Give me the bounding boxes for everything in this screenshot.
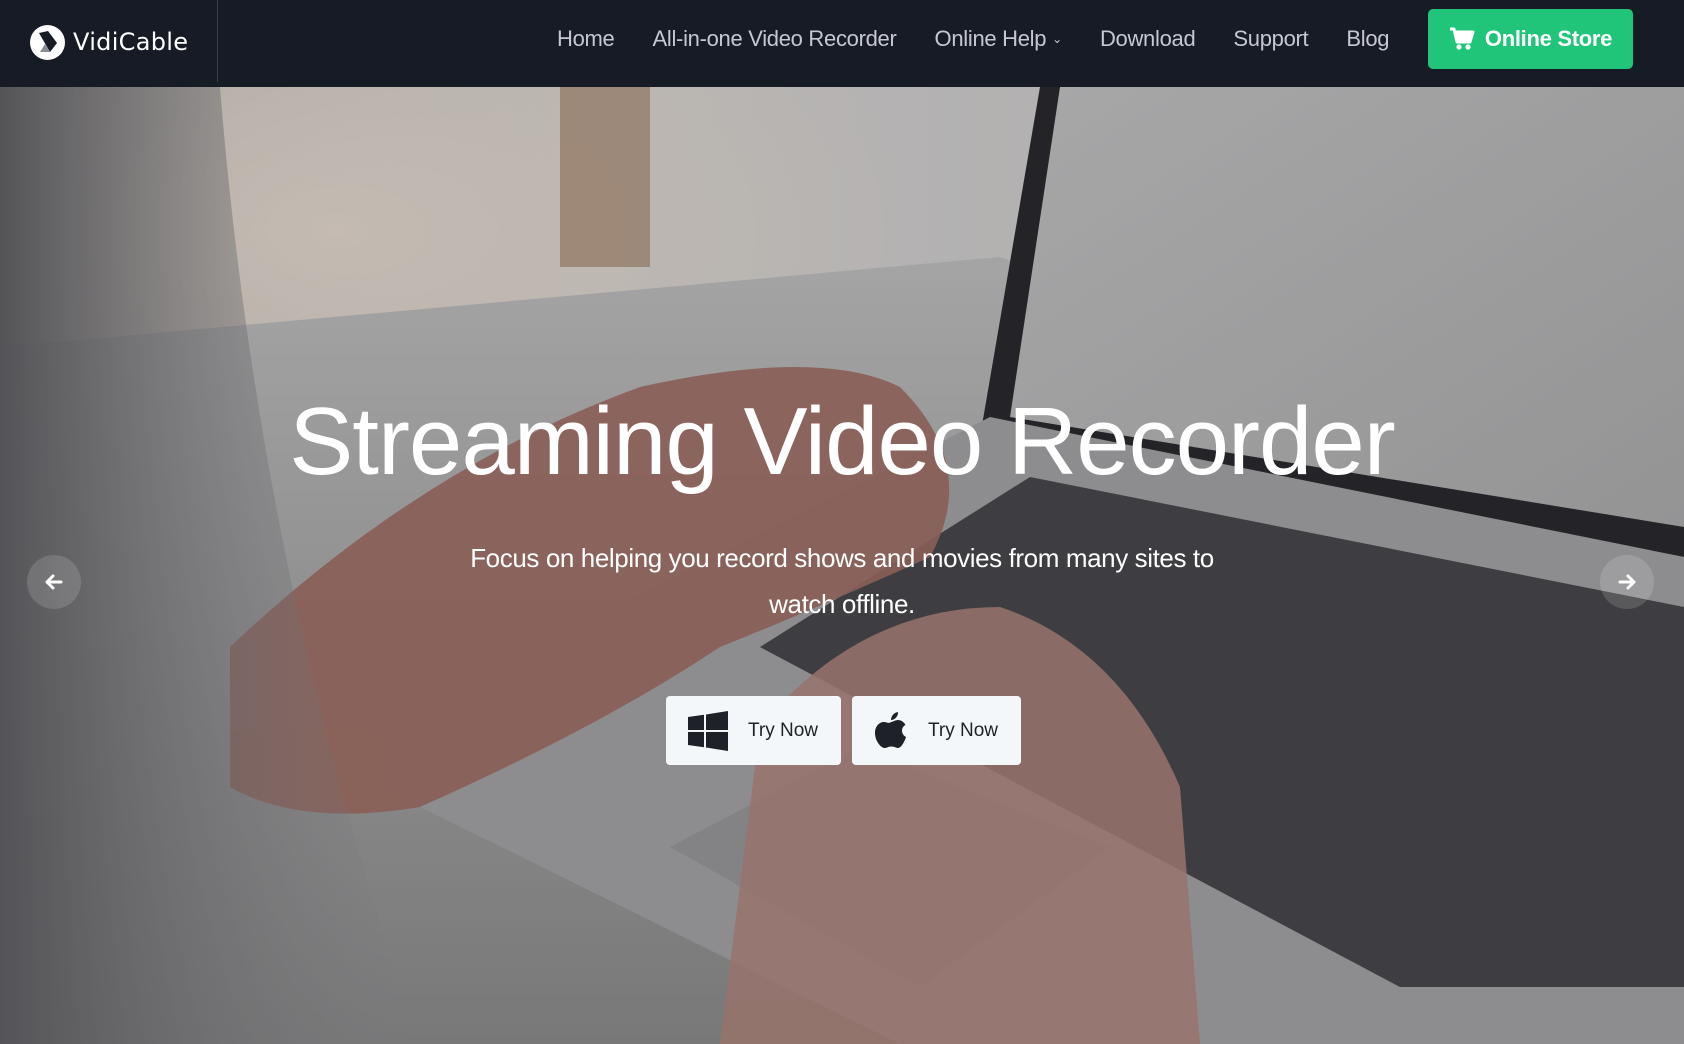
nav-blog-label: Blog bbox=[1346, 26, 1390, 51]
slider-next-button[interactable] bbox=[1600, 555, 1654, 609]
online-store-label: Online Store bbox=[1484, 26, 1613, 51]
arrow-right-icon bbox=[1618, 574, 1636, 590]
hero-subtitle: Focus on helping you record shows and mo… bbox=[470, 543, 1214, 619]
try-now-windows-button[interactable]: Try Now bbox=[666, 696, 841, 765]
nav-support[interactable]: Support bbox=[1233, 26, 1308, 52]
arrow-left-icon bbox=[45, 574, 63, 590]
slider-prev-button[interactable] bbox=[27, 555, 81, 609]
nav-download-label: Download bbox=[1099, 26, 1196, 51]
shopping-cart-icon bbox=[1449, 27, 1475, 50]
brand-name: VidiCable bbox=[73, 28, 189, 56]
nav-support-label: Support bbox=[1233, 26, 1309, 51]
top-navbar: VidiCable Home All-in-one Video Recorder… bbox=[0, 0, 1684, 87]
chevron-down-icon: ⌄ bbox=[1052, 32, 1062, 46]
windows-icon bbox=[688, 710, 728, 751]
nav-online-help-label: Online Help bbox=[934, 26, 1047, 51]
nav-blog[interactable]: Blog bbox=[1346, 26, 1389, 52]
nav-home-label: Home bbox=[557, 26, 615, 51]
main-nav: Home All-in-one Video Recorder Online He… bbox=[557, 24, 1427, 54]
nav-download[interactable]: Download bbox=[1099, 26, 1196, 52]
apple-icon bbox=[874, 711, 908, 751]
hero-title: Streaming Video Recorder bbox=[289, 388, 1396, 495]
nav-online-help[interactable]: Online Help ⌄ bbox=[934, 26, 1063, 52]
try-now-mac-button[interactable]: Try Now bbox=[852, 696, 1021, 765]
brand-logo-link[interactable]: VidiCable bbox=[30, 24, 188, 60]
nav-recorder-label: All-in-one Video Recorder bbox=[652, 26, 897, 51]
nav-home[interactable]: Home bbox=[557, 26, 615, 52]
nav-divider bbox=[217, 0, 218, 82]
hero-slider: Streaming Video Recorder Focus on helpin… bbox=[0, 87, 1684, 1044]
vidicable-logo-icon bbox=[30, 24, 65, 60]
nav-all-in-one-video-recorder[interactable]: All-in-one Video Recorder bbox=[653, 26, 897, 52]
try-now-windows-label: Try Now bbox=[748, 719, 819, 741]
online-store-button[interactable]: Online Store bbox=[1428, 9, 1633, 69]
try-now-mac-label: Try Now bbox=[928, 719, 999, 741]
